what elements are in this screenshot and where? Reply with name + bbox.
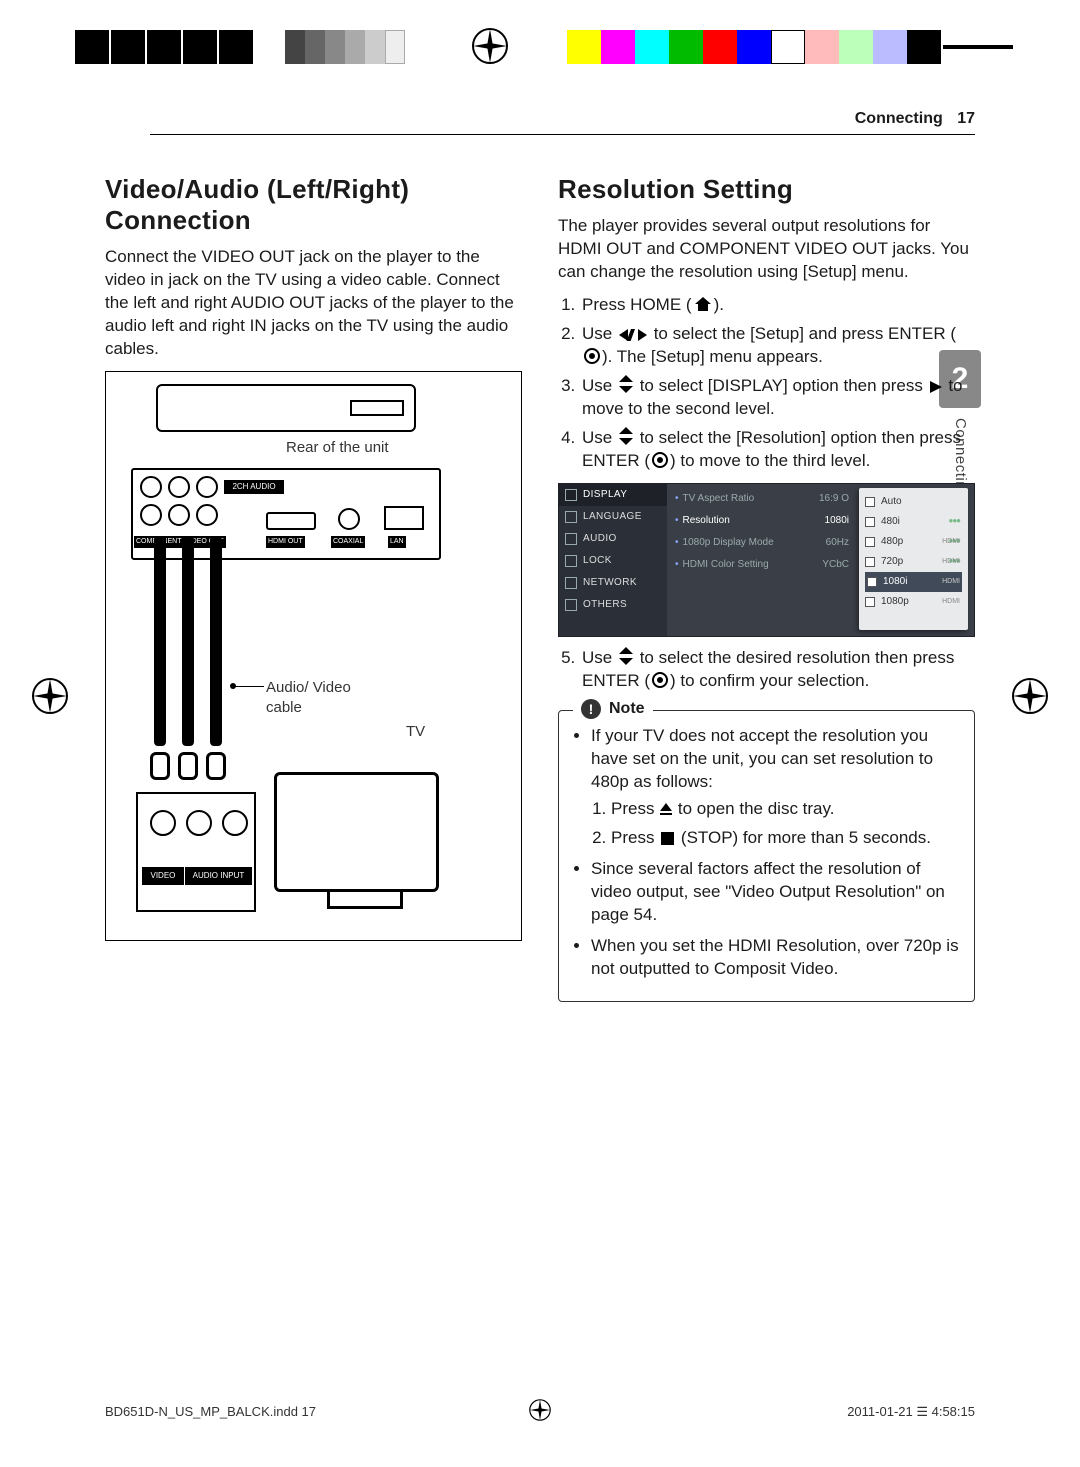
enter-icon (652, 672, 668, 688)
steps-list: Press HOME (). Use to select the [Setup]… (558, 294, 975, 473)
connection-diagram: Rear of the unit 2CH AUDIO OUT COMPONENT… (105, 371, 522, 941)
player-unit-icon (156, 384, 416, 432)
step-3: Use to select [DISPLAY] option then pres… (580, 375, 975, 421)
osd-menu-network: NETWORK (559, 572, 667, 594)
enter-icon (584, 348, 600, 364)
page-number: 17 (957, 110, 975, 127)
registration-mark-icon (1010, 676, 1050, 716)
lan-port-icon (384, 506, 424, 530)
setup-menu-screenshot: DISPLAY LANGUAGE AUDIO LOCK NETWORK OTHE… (558, 483, 975, 637)
note-bullet-2: Since several factors affect the resolut… (591, 858, 960, 927)
tv-input-labels: VIDEO AUDIO INPUT (142, 867, 252, 885)
note-label: Note (609, 698, 645, 720)
note-bullet-3: When you set the HDMI Resolution, over 7… (591, 935, 960, 981)
hdmi-port-icon (266, 512, 316, 530)
eject-icon (659, 800, 673, 823)
footer-file: BD651D-N_US_MP_BALCK.indd 17 (105, 1403, 316, 1421)
registration-mark-icon (30, 676, 70, 716)
note-substep-1: Press to open the disc tray. (611, 798, 960, 823)
note-callout: ! Note If your TV does not accept the re… (558, 710, 975, 1001)
coax-port-icon (338, 508, 360, 530)
right-intro: The player provides several output resol… (558, 215, 975, 284)
print-footer: BD651D-N_US_MP_BALCK.indd 17 2011-01-21 … (0, 1401, 1080, 1423)
tv-label: TV (406, 722, 425, 742)
note-substep-2: Press (STOP) for more than 5 seconds. (611, 827, 960, 850)
up-down-arrows-icon (619, 427, 633, 445)
step-2: Use to select the [Setup] and press ENTE… (580, 323, 975, 369)
note-bullet-1: If your TV does not accept the resolutio… (591, 726, 933, 791)
registration-mark-icon (470, 26, 510, 66)
print-registration-bar (0, 30, 1080, 64)
right-heading: Resolution Setting (558, 174, 975, 205)
stop-icon (661, 832, 674, 845)
enter-icon (652, 452, 668, 468)
running-section: Connecting (855, 110, 943, 127)
osd-menu-language: LANGUAGE (559, 506, 667, 528)
osd-menu-display: DISPLAY (559, 484, 667, 506)
rear-label: Rear of the unit (286, 438, 389, 458)
resolution-popup: Auto 480i●●● 480p●●●HDMI 720p●●●HDMI 108… (859, 488, 968, 630)
note-icon: ! (581, 699, 601, 719)
home-icon (694, 296, 712, 312)
osd-menu-others: OTHERS (559, 594, 667, 616)
steps-list-continued: Use to select the desired resolution the… (558, 647, 975, 693)
right-arrow-icon (930, 381, 942, 393)
twoch-label: 2CH AUDIO OUT (224, 480, 284, 494)
left-heading: Video/Audio (Left/Right) Connection (105, 174, 522, 236)
left-intro: Connect the VIDEO OUT jack on the player… (105, 246, 522, 361)
registration-mark-icon (528, 1398, 552, 1422)
tv-monitor-icon (274, 772, 439, 892)
up-down-arrows-icon (619, 647, 633, 665)
footer-timestamp: 2011-01-21 ☰ 4:58:15 (847, 1403, 975, 1421)
osd-menu-lock: LOCK (559, 550, 667, 572)
up-down-arrows-icon (619, 375, 633, 393)
header-rule (150, 134, 975, 135)
av-cable-label: Audio/ Video cable (266, 678, 386, 719)
running-head: Connecting 17 (855, 108, 975, 130)
step-1: Press HOME (). (580, 294, 975, 317)
step-5: Use to select the desired resolution the… (580, 647, 975, 693)
step-4: Use to select the [Resolution] option th… (580, 427, 975, 473)
osd-menu-audio: AUDIO (559, 528, 667, 550)
left-right-arrows-icon (619, 329, 647, 341)
